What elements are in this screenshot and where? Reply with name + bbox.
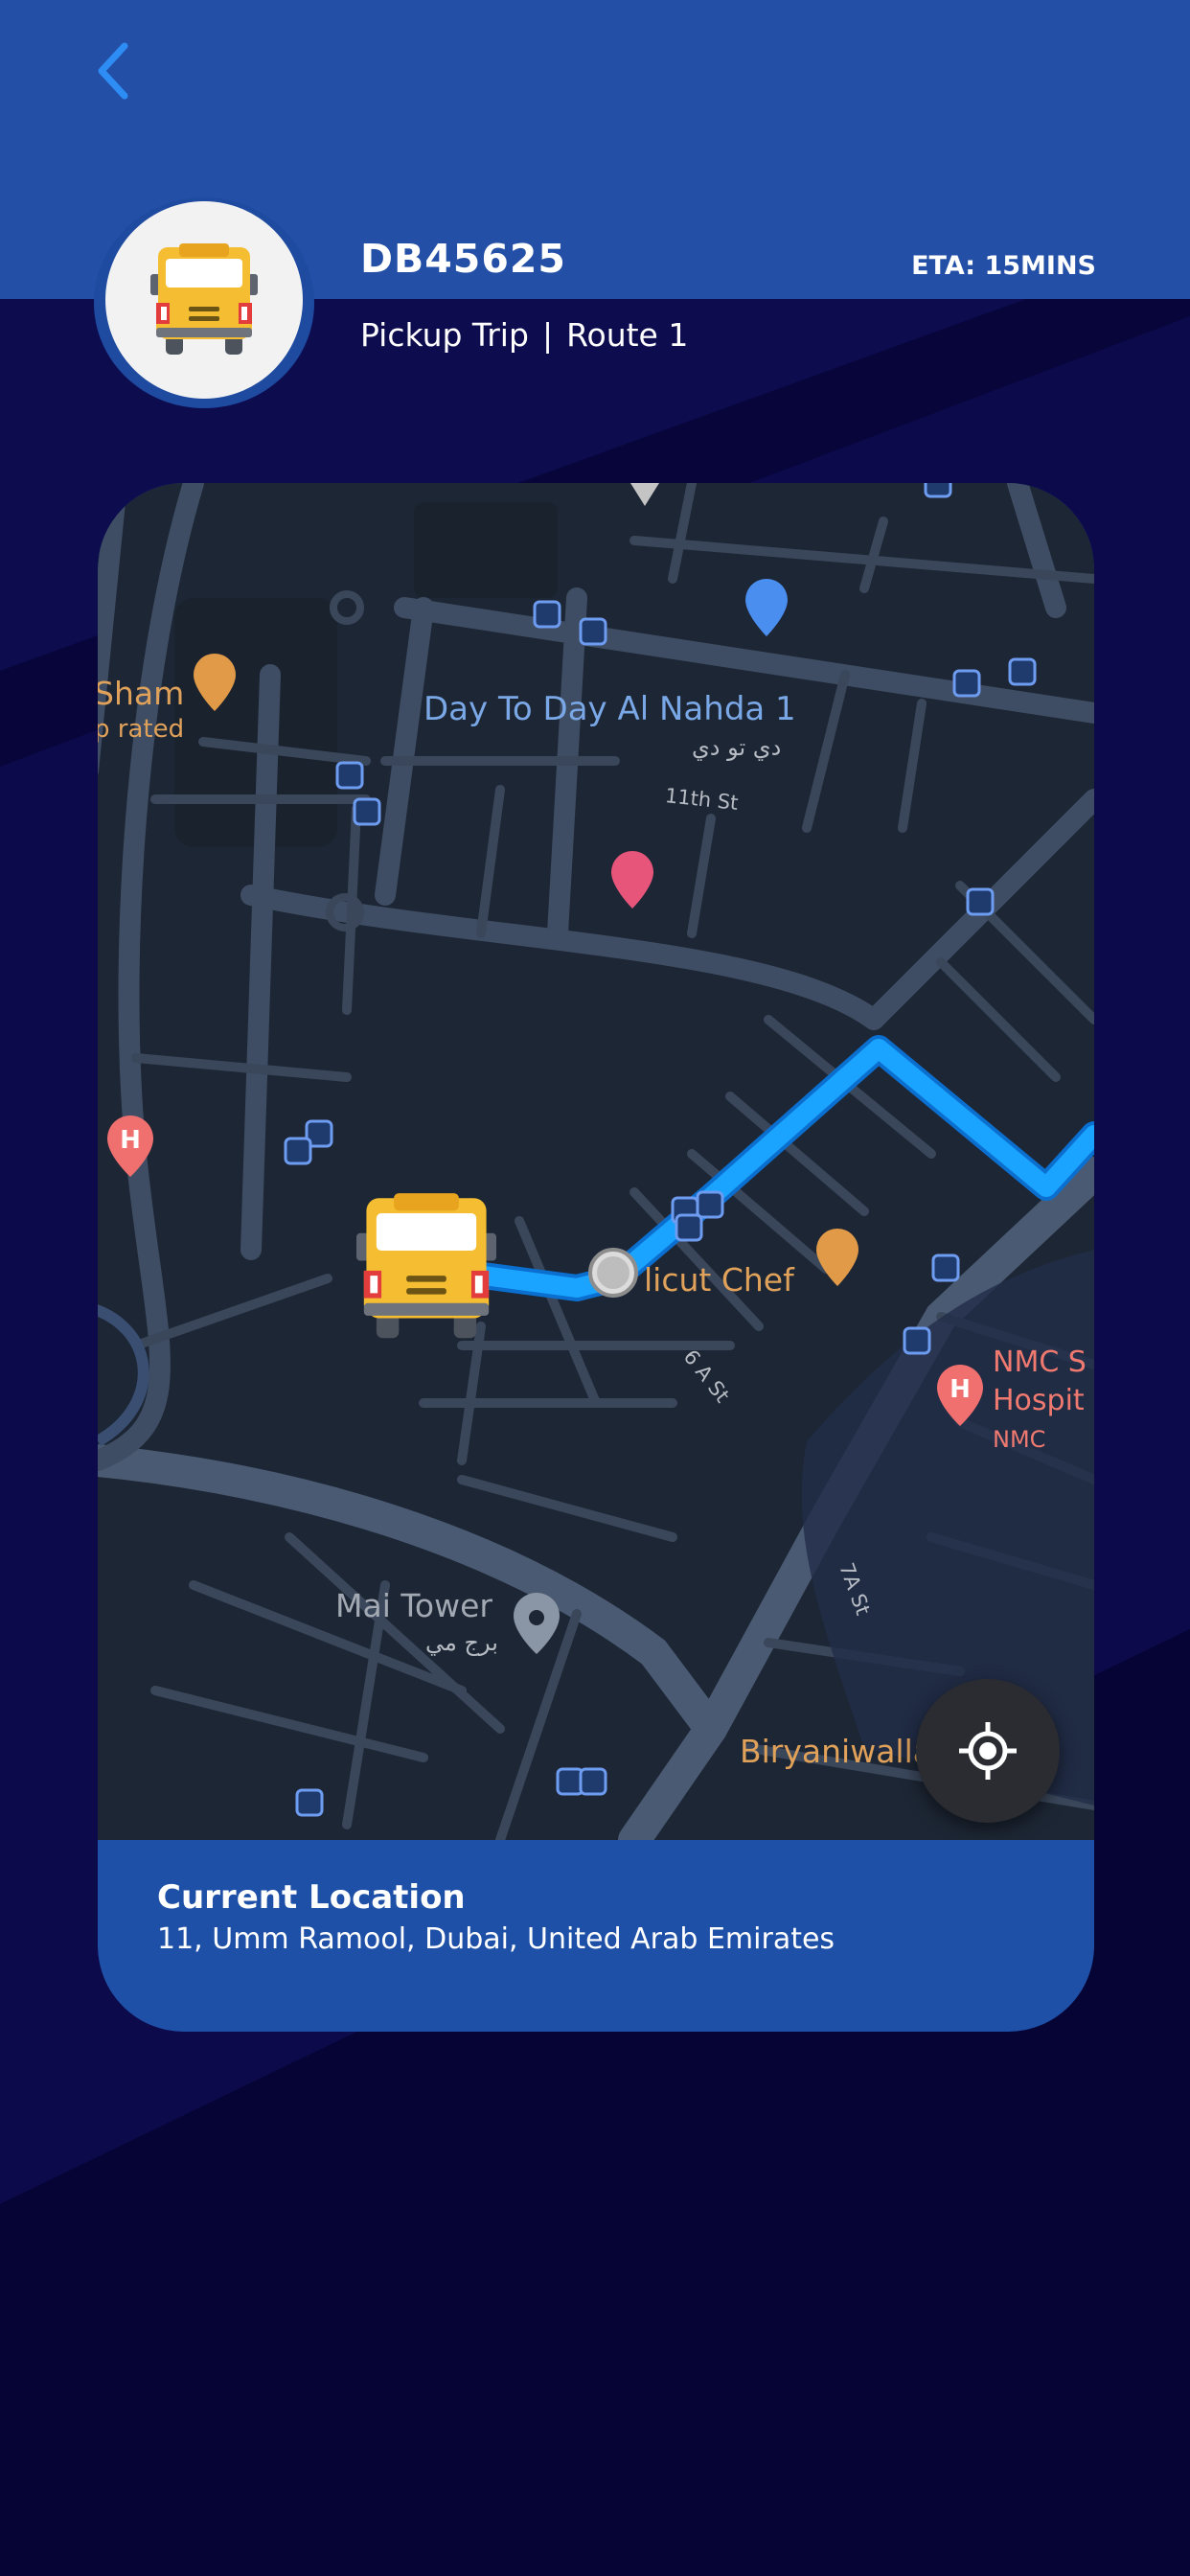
my-location-button[interactable] — [916, 1679, 1060, 1823]
eta-label: ETA: 15MINS — [911, 251, 1096, 281]
map-label-mai-tower-arabic: برج مي — [425, 1629, 498, 1656]
map-label-biryaniwalla: Biryaniwalla — [740, 1733, 932, 1770]
map-label-sham-rated: p rated — [98, 715, 185, 744]
bus-location-marker — [356, 1188, 496, 1349]
svg-text:H: H — [950, 1375, 971, 1404]
map-label-day-to-day-arabic: دي تو دي — [692, 734, 782, 761]
current-location-address: 11, Umm Ramool, Dubai, United Arab Emira… — [157, 1922, 835, 1956]
route-label: Route 1 — [566, 316, 689, 354]
map-label-day-to-day: Day To Day Al Nahda 1 — [423, 690, 796, 728]
map-label-nmc: NMC S — [993, 1346, 1087, 1379]
map-card: H H Day To Day Al Nahda 1 دي تو دي 11th … — [98, 483, 1094, 2032]
bus-number: DB45625 — [360, 236, 566, 282]
map-label-nmc-hospital: Hospit — [993, 1384, 1085, 1417]
map-label-calicut-chef: licut Chef — [644, 1261, 794, 1299]
trip-info: Pickup Trip | Route 1 — [360, 316, 688, 354]
school-bus-icon — [150, 243, 258, 355]
map-label-sham: Sham — [98, 675, 185, 712]
current-location-panel: Current Location 11, Umm Ramool, Dubai, … — [98, 1840, 1094, 2032]
trip-type: Pickup Trip — [360, 316, 529, 354]
map-label-mai-tower: Mai Tower — [335, 1587, 492, 1624]
svg-text:H: H — [120, 1126, 141, 1155]
map-view[interactable]: H H Day To Day Al Nahda 1 دي تو دي 11th … — [98, 483, 1094, 1840]
chevron-left-icon — [98, 42, 128, 100]
current-location-title: Current Location — [157, 1878, 466, 1917]
bus-avatar — [105, 201, 303, 399]
map-roads: H H — [98, 483, 1094, 1840]
my-location-icon — [959, 1722, 1017, 1780]
back-button[interactable] — [84, 34, 142, 107]
map-label-nmc-sub: NMC — [993, 1426, 1046, 1453]
school-bus-icon — [356, 1193, 496, 1339]
trip-separator: | — [541, 316, 554, 354]
